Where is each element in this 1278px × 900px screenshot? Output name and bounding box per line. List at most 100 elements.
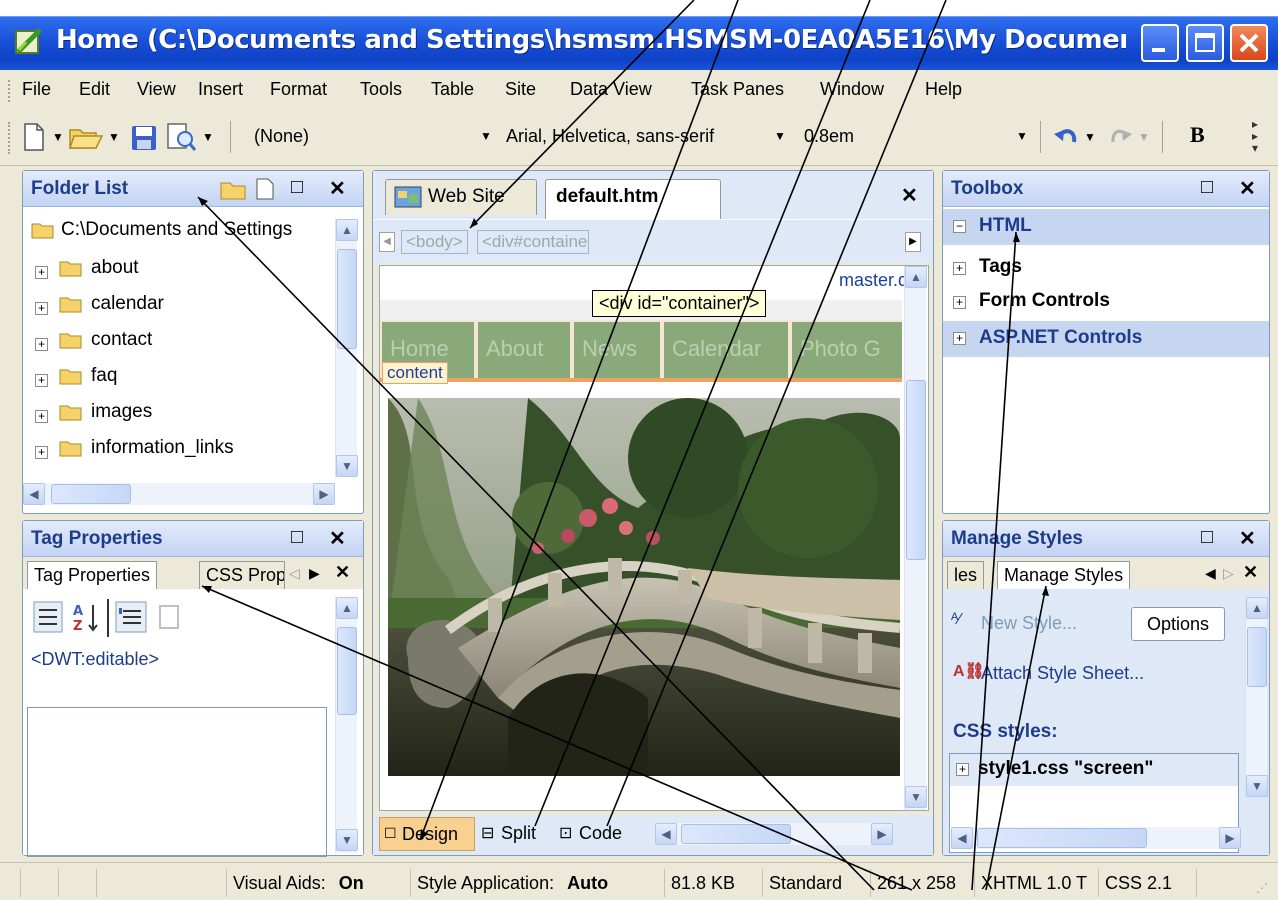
tab-tag-properties[interactable]: Tag Properties — [27, 561, 158, 589]
tab-scroll-right-icon[interactable]: ▷ — [1223, 565, 1234, 582]
property-pages-icon[interactable] — [157, 601, 183, 631]
resize-grip-icon[interactable]: ⋰ — [1256, 881, 1268, 895]
categorized-view-icon[interactable] — [33, 601, 63, 633]
editable-region-label[interactable]: content — [382, 362, 448, 384]
scroll-up-icon[interactable]: ▲ — [336, 597, 358, 619]
scroll-thumb[interactable] — [51, 484, 131, 504]
scroll-left-icon[interactable]: ◀ — [23, 483, 45, 505]
tab-design[interactable]: ☐ Design — [379, 817, 475, 851]
status-visual-aids[interactable]: Visual Aids: On — [226, 869, 410, 897]
maximize-pane-icon[interactable]: □ — [291, 176, 303, 199]
folder-item[interactable]: contact — [91, 329, 152, 351]
design-vscrollbar[interactable]: ▲ ▼ — [904, 266, 927, 810]
expand-icon[interactable]: + — [35, 446, 48, 459]
close-button[interactable] — [1230, 24, 1268, 62]
scroll-up-icon[interactable]: ▲ — [1246, 597, 1268, 619]
expand-icon[interactable]: + — [35, 374, 48, 387]
scroll-down-icon[interactable]: ▼ — [1246, 775, 1268, 797]
options-button[interactable]: Options — [1131, 607, 1225, 641]
new-style-link[interactable]: New Style... — [981, 613, 1077, 634]
scroll-left-icon[interactable]: ◀ — [655, 823, 677, 845]
folder-item[interactable]: information_links — [91, 437, 234, 459]
preview-icon[interactable] — [165, 120, 197, 152]
scroll-down-icon[interactable]: ▼ — [336, 455, 358, 477]
expand-icon[interactable]: + — [953, 296, 966, 309]
collapse-icon[interactable]: − — [953, 220, 966, 233]
scroll-right-icon[interactable]: ▶ — [871, 823, 893, 845]
menu-data-view[interactable]: Data View — [570, 79, 652, 100]
menu-task-panes[interactable]: Task Panes — [691, 79, 784, 100]
status-style-application[interactable]: Style Application: Auto — [410, 869, 664, 897]
expand-icon[interactable]: + — [35, 302, 48, 315]
status-css-version[interactable]: CSS 2.1 — [1098, 869, 1194, 897]
status-doctype[interactable]: XHTML 1.0 T — [974, 869, 1098, 897]
scroll-thumb[interactable] — [337, 249, 357, 349]
tab-default-htm[interactable]: default.htm — [545, 179, 721, 219]
tab-scroll-left-icon[interactable]: ◁ — [289, 565, 300, 582]
show-set-properties-icon[interactable] — [115, 601, 147, 633]
folder-item[interactable]: calendar — [91, 293, 164, 315]
expand-icon[interactable]: + — [953, 262, 966, 275]
scroll-thumb[interactable] — [337, 627, 357, 715]
undo-icon[interactable] — [1052, 124, 1080, 152]
menu-help[interactable]: Help — [925, 79, 962, 100]
folder-list-hscrollbar[interactable]: ◀ ▶ — [23, 483, 335, 505]
scroll-thumb[interactable] — [906, 380, 926, 560]
toolbox-section-aspnet[interactable]: + ASP.NET Controls — [943, 321, 1269, 357]
scroll-up-icon[interactable]: ▲ — [336, 219, 358, 241]
tab-apply-styles[interactable]: les — [947, 561, 985, 589]
tag-selector-body[interactable]: <body> — [401, 230, 468, 254]
maximize-pane-icon[interactable]: □ — [1201, 176, 1213, 199]
status-mode[interactable]: Standard — [762, 869, 870, 897]
menu-format[interactable]: Format — [270, 79, 327, 100]
scroll-up-icon[interactable]: ▲ — [905, 266, 927, 288]
expand-icon[interactable]: + — [953, 332, 966, 345]
maximize-button[interactable] — [1186, 24, 1224, 62]
tab-web-site[interactable]: Web Site — [385, 179, 537, 215]
close-document-icon[interactable]: ✕ — [901, 183, 918, 208]
menu-view[interactable]: View — [137, 79, 176, 100]
style-combo[interactable]: (None) ▼ — [244, 122, 502, 152]
scroll-thumb[interactable] — [681, 824, 791, 844]
undo-dropdown-icon[interactable]: ▼ — [1084, 130, 1096, 144]
nav-about[interactable]: About — [478, 322, 570, 378]
preview-dropdown-icon[interactable]: ▼ — [202, 130, 214, 144]
bold-button[interactable]: B — [1190, 122, 1205, 148]
scroll-left-icon[interactable]: ◀ — [951, 827, 973, 849]
font-combo[interactable]: Arial, Helvetica, sans-serif ▼ — [498, 122, 788, 152]
folder-item[interactable]: images — [91, 401, 152, 423]
scroll-right-icon[interactable]: ▶ — [313, 483, 335, 505]
folder-root[interactable]: C:\Documents and Settings — [61, 219, 329, 241]
tab-css-properties[interactable]: CSS Prop — [199, 561, 285, 589]
scroll-down-icon[interactable]: ▼ — [905, 786, 927, 808]
maximize-pane-icon[interactable]: □ — [291, 526, 303, 549]
tab-scroll-right-icon[interactable]: ▶ — [309, 565, 320, 582]
open-folder-icon[interactable] — [68, 122, 104, 152]
menu-grip[interactable] — [8, 80, 11, 102]
close-tab-icon[interactable]: ✕ — [1243, 562, 1258, 583]
expand-icon[interactable]: + — [35, 266, 48, 279]
close-pane-icon[interactable]: ✕ — [1239, 176, 1256, 201]
toolbox-section-html[interactable]: − HTML — [943, 209, 1269, 245]
new-file-icon[interactable] — [255, 177, 275, 201]
font-size-combo[interactable]: 0.8em ▼ — [798, 122, 1030, 152]
open-dropdown-icon[interactable]: ▼ — [108, 130, 120, 144]
toolbar-overflow-icon[interactable]: ▸ ▸ ▾ — [1252, 118, 1258, 154]
nav-news[interactable]: News — [574, 322, 660, 378]
menu-tools[interactable]: Tools — [360, 79, 402, 100]
folder-item[interactable]: faq — [91, 365, 117, 387]
new-folder-icon[interactable] — [219, 179, 247, 201]
redo-dropdown-icon[interactable]: ▼ — [1138, 130, 1150, 144]
close-pane-icon[interactable]: ✕ — [329, 176, 346, 201]
toolbox-section-form-controls[interactable]: + Form Controls — [943, 285, 1269, 319]
menu-edit[interactable]: Edit — [79, 79, 110, 100]
manage-styles-vscrollbar[interactable]: ▲ ▼ — [1245, 597, 1268, 797]
scroll-right-icon[interactable]: ▶ — [1219, 827, 1241, 849]
expand-icon[interactable]: + — [35, 410, 48, 423]
new-dropdown-icon[interactable]: ▼ — [52, 130, 64, 144]
manage-styles-hscrollbar[interactable]: ◀ ▶ — [951, 827, 1241, 849]
close-tab-icon[interactable]: ✕ — [335, 562, 350, 583]
design-hscrollbar[interactable]: ◀ ▶ — [655, 823, 893, 845]
expand-icon[interactable]: + — [956, 763, 969, 776]
save-icon[interactable] — [130, 124, 158, 152]
